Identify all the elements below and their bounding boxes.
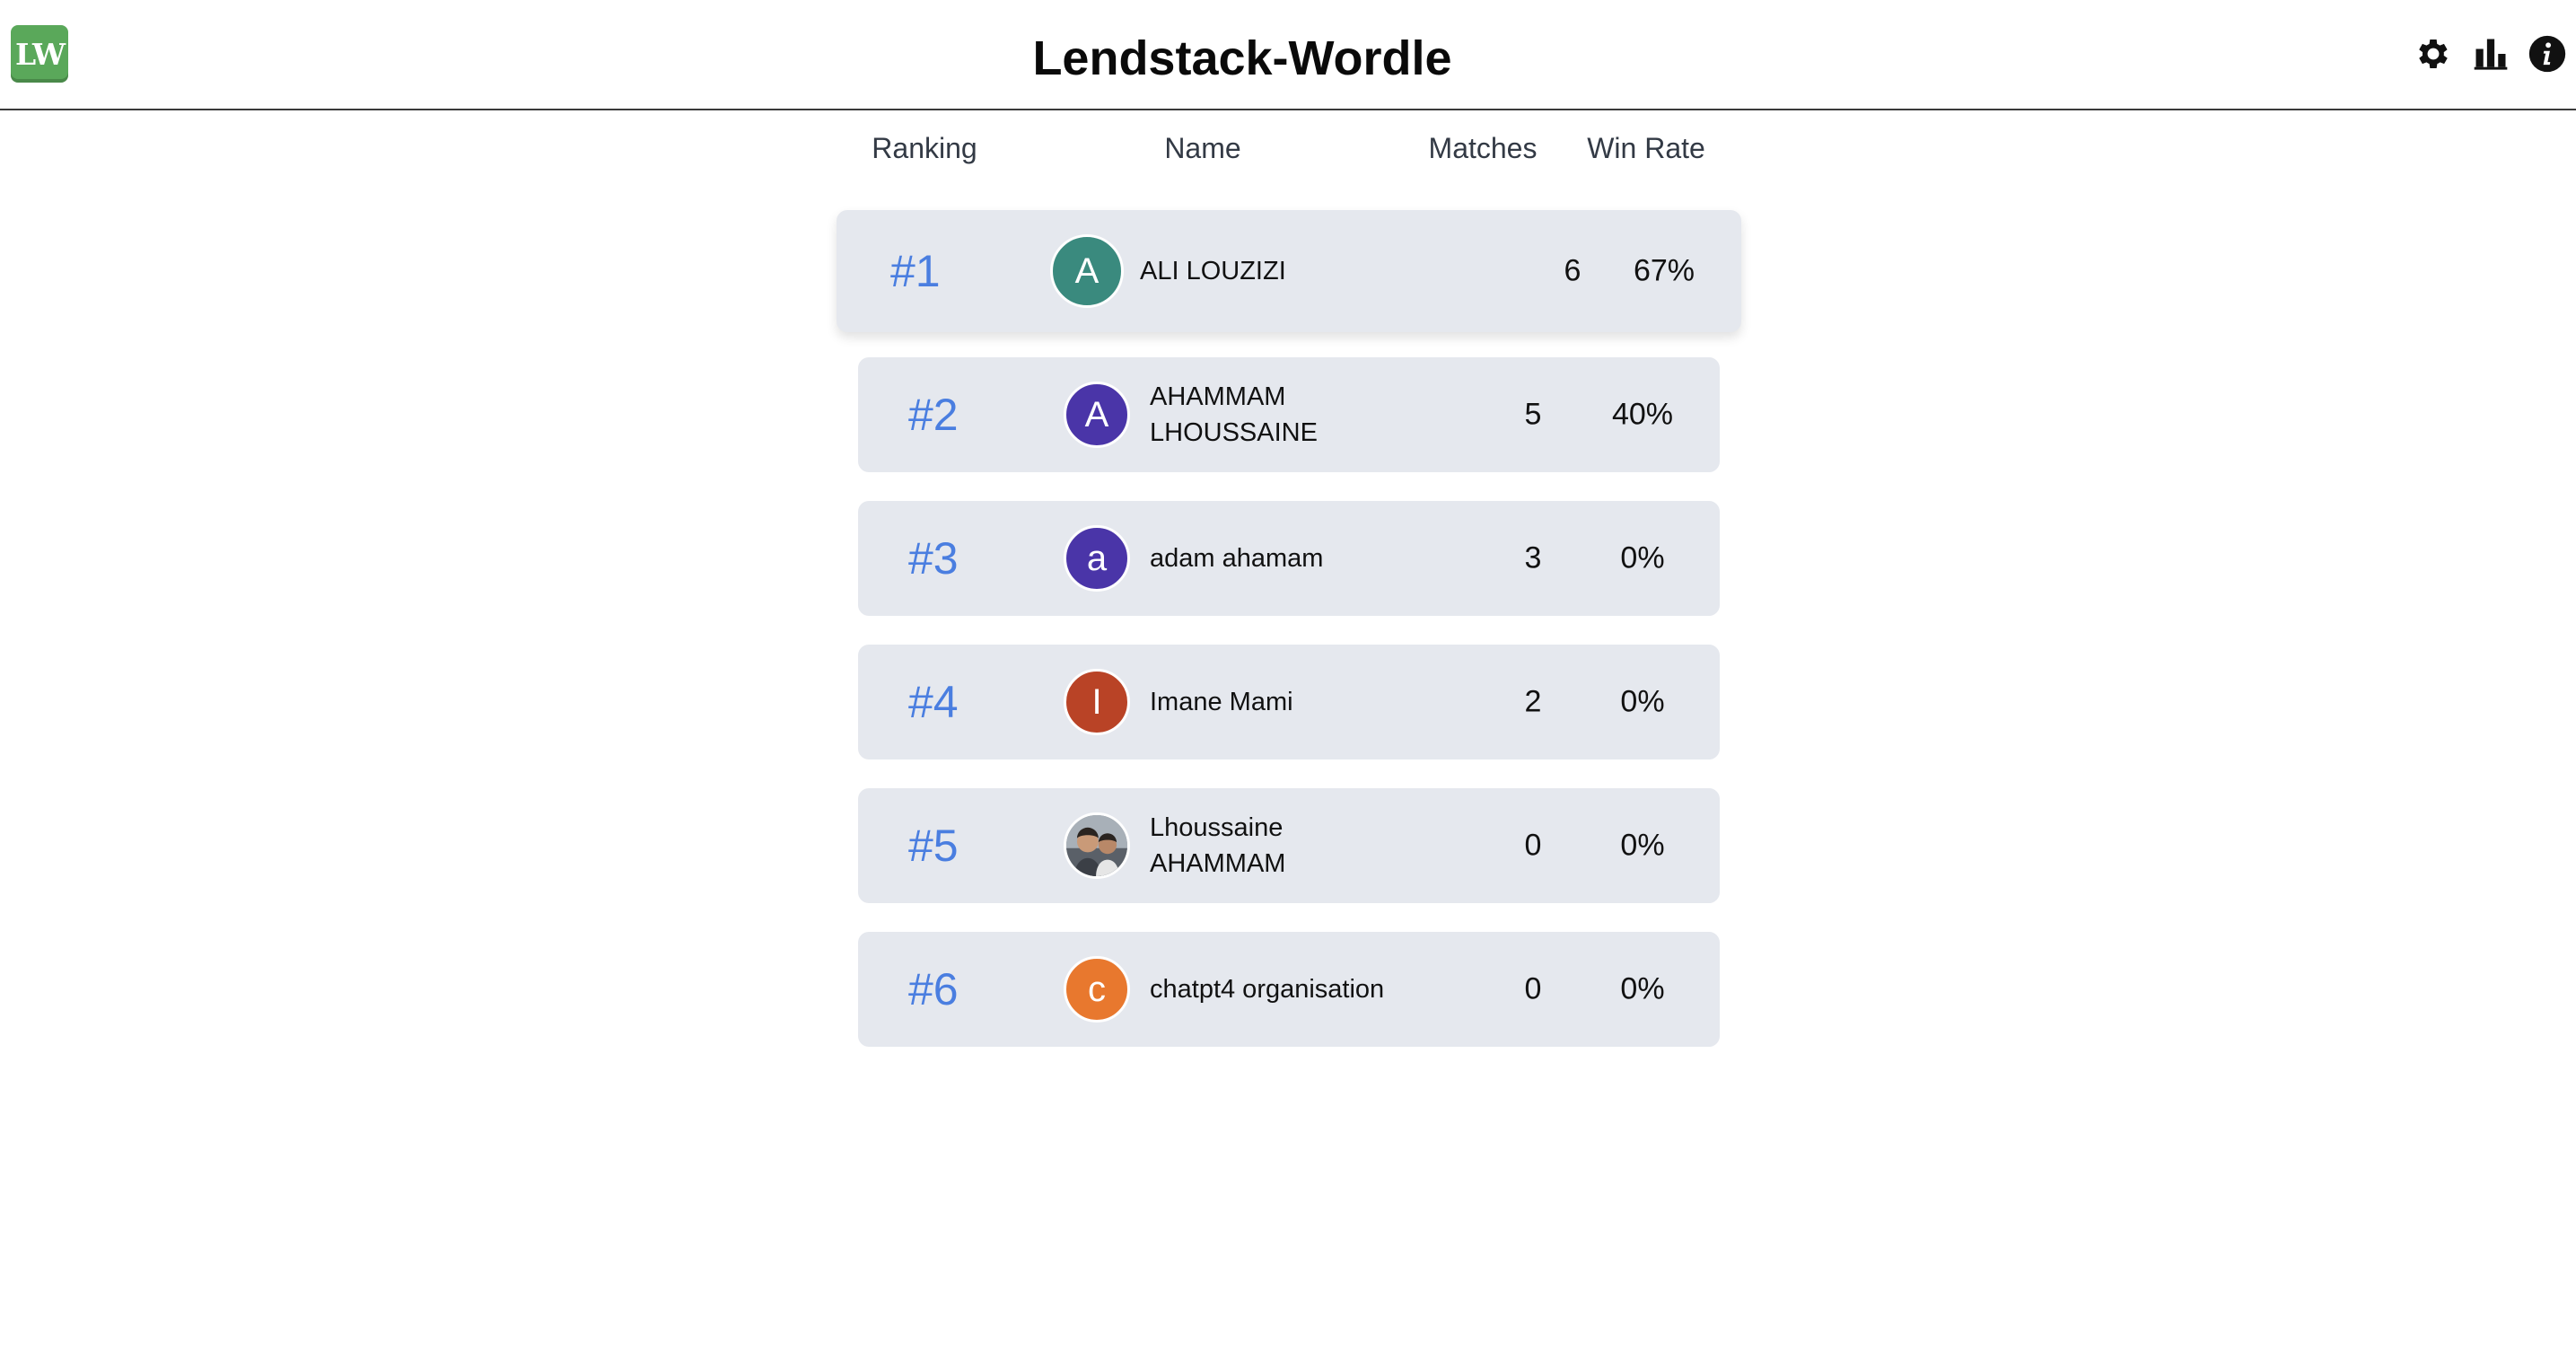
- leaderboard-row[interactable]: #3 a adam ahamam 3 0%: [858, 501, 1720, 616]
- leaderboard-row[interactable]: #6 c chatpt4 organisation 0 0%: [858, 932, 1720, 1047]
- rank-number: #6: [908, 964, 959, 1014]
- rank-number: #3: [908, 533, 959, 584]
- win-rate: 0%: [1620, 971, 1665, 1006]
- avatar: A: [1064, 382, 1130, 448]
- column-header-win-rate: Win Rate: [1587, 132, 1705, 164]
- rank-number: #1: [890, 246, 941, 296]
- matches-count: 0: [1524, 971, 1542, 1006]
- rank-number: #5: [908, 821, 959, 871]
- info-button[interactable]: [2528, 34, 2567, 74]
- player-name: Imane Mami: [1150, 688, 1293, 716]
- avatar: A: [1050, 234, 1124, 308]
- statistics-button[interactable]: [2471, 34, 2510, 74]
- rank-number: #2: [908, 390, 959, 440]
- column-header-name: Name: [1164, 132, 1241, 164]
- leaderboard-row[interactable]: #1 A ALI LOUZIZI 6 67%: [837, 210, 1741, 332]
- player-name: chatpt4 organisation: [1150, 975, 1385, 1004]
- avatar: a: [1064, 525, 1130, 592]
- player-name: ALI LOUZIZI: [1140, 257, 1286, 285]
- win-rate: 40%: [1611, 397, 1674, 432]
- leaderboard-row[interactable]: #4 I Imane Mami 2 0%: [858, 645, 1720, 759]
- win-rate: 0%: [1620, 540, 1665, 575]
- matches-count: 6: [1564, 253, 1582, 288]
- column-header-ranking: Ranking: [872, 132, 977, 164]
- matches-count: 2: [1524, 684, 1542, 719]
- column-header-matches: Matches: [1428, 132, 1538, 164]
- win-rate: 67%: [1633, 253, 1695, 288]
- app-header: LW Lendstack-Wordle: [0, 0, 2576, 110]
- page-title: Lendstack-Wordle: [1032, 31, 1452, 85]
- rank-number: #4: [908, 677, 959, 727]
- player-name: Lhoussaine AHAMMAM: [1150, 813, 1286, 878]
- profile-photo-icon: [1066, 815, 1127, 876]
- matches-count: 5: [1524, 397, 1542, 432]
- win-rate: 0%: [1620, 828, 1665, 863]
- avatar: I: [1064, 669, 1130, 735]
- win-rate: 0%: [1620, 684, 1665, 719]
- avatar-photo: [1064, 812, 1130, 879]
- leaderboard-row[interactable]: #2 A AHAMMAM LHOUSSAINE 5 40%: [858, 357, 1720, 472]
- settings-button[interactable]: [2414, 34, 2453, 74]
- avatar: c: [1064, 956, 1130, 1023]
- matches-count: 3: [1524, 540, 1542, 575]
- info-icon: [2528, 35, 2566, 73]
- player-name: adam ahamam: [1150, 544, 1324, 573]
- player-name: AHAMMAM LHOUSSAINE: [1150, 382, 1318, 447]
- leaderboard-row[interactable]: #5 Lhoussaine AHAMMAM 0 0%: [858, 788, 1720, 903]
- bar-chart-icon: [2474, 39, 2508, 70]
- matches-count: 0: [1524, 828, 1542, 863]
- gear-icon: [2419, 40, 2448, 68]
